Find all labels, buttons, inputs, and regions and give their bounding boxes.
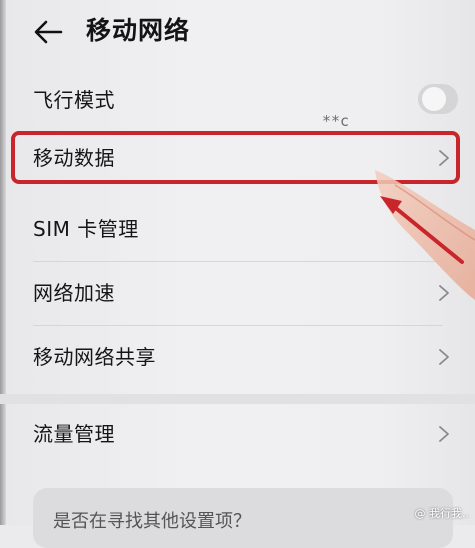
search-hint-card[interactable]: 是否在寻找其他设置项？ [33, 488, 453, 548]
network-acceleration-label: 网络加速 [33, 281, 115, 305]
hotspot-sharing-row[interactable]: 移动网络共享 [0, 327, 475, 387]
header-bar: 移动网络 [0, 0, 475, 62]
settings-screen: 移动网络 飞行模式 **c 移动数据 SIM 卡管理 网络加速 移动网络共享 流… [0, 0, 475, 548]
chevron-right-icon [439, 349, 449, 365]
sim-management-label: SIM 卡管理 [33, 217, 139, 241]
sim-management-row[interactable]: SIM 卡管理 [0, 199, 475, 259]
highlight-annotation [11, 131, 460, 184]
section-separator [0, 394, 475, 404]
network-acceleration-row[interactable]: 网络加速 [0, 263, 475, 323]
arrow-left-icon [34, 20, 63, 44]
data-usage-row[interactable]: 流量管理 [0, 404, 475, 464]
divider [33, 261, 443, 262]
chevron-right-icon [439, 285, 449, 301]
chevron-right-icon [439, 426, 449, 442]
page-title: 移动网络 [86, 16, 191, 45]
divider [33, 325, 443, 326]
airplane-mode-row[interactable]: 飞行模式 [0, 70, 475, 130]
airplane-mode-toggle[interactable] [418, 84, 458, 114]
watermark: @ 我行我.. [414, 507, 470, 520]
back-button[interactable] [28, 16, 68, 48]
hotspot-sharing-label: 移动网络共享 [33, 345, 156, 369]
search-hint-text: 是否在寻找其他设置项？ [53, 511, 251, 532]
data-usage-label: 流量管理 [33, 422, 115, 446]
airplane-mode-label: 飞行模式 [33, 88, 115, 112]
toggle-knob [422, 87, 446, 111]
